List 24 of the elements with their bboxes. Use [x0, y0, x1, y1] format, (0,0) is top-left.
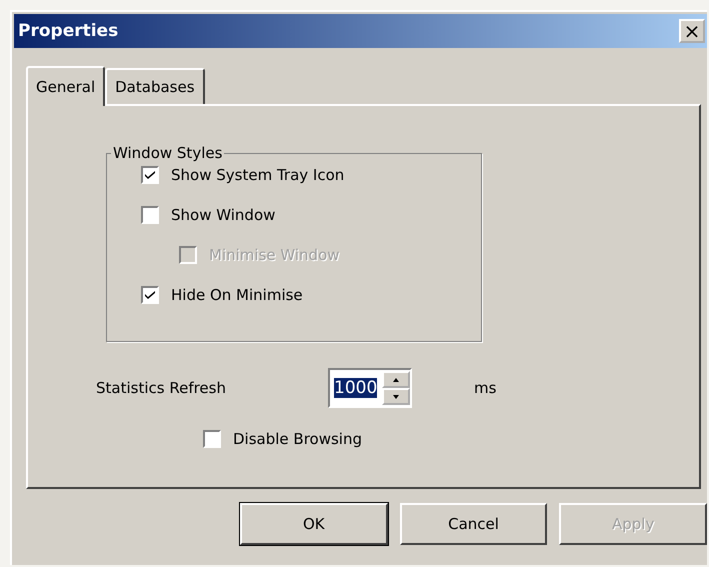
close-button[interactable]: ×	[679, 19, 705, 43]
checkbox[interactable]	[141, 206, 159, 224]
dialog-button[interactable]: Cancel	[400, 503, 548, 545]
up-triangle-icon	[393, 378, 399, 382]
checkbox[interactable]	[141, 166, 159, 184]
checkmark-icon	[144, 170, 156, 180]
down-arrow-button[interactable]	[382, 388, 410, 405]
checkbox-label: Show System Tray Icon	[171, 166, 344, 184]
checkbox-label: Disable Browsing	[233, 430, 362, 448]
tab[interactable]: General	[26, 66, 106, 106]
group-title: Window Styles	[112, 144, 224, 162]
down-triangle-icon	[393, 394, 399, 398]
dialog-button[interactable]: OK	[240, 503, 388, 545]
checkbox-label: Hide On Minimise	[171, 286, 303, 304]
checkbox-label: Show Window	[171, 206, 276, 224]
spin-field[interactable]: 1000	[328, 368, 412, 408]
checkbox[interactable]	[141, 286, 159, 304]
field-label: Statistics Refresh	[96, 379, 227, 397]
unit-label: ms	[474, 379, 496, 397]
checkmark-icon	[144, 290, 156, 300]
window-title: Properties	[18, 21, 118, 41]
tab[interactable]: Databases	[105, 68, 205, 104]
up-arrow-button[interactable]	[382, 371, 410, 388]
checkbox[interactable]	[203, 430, 221, 448]
